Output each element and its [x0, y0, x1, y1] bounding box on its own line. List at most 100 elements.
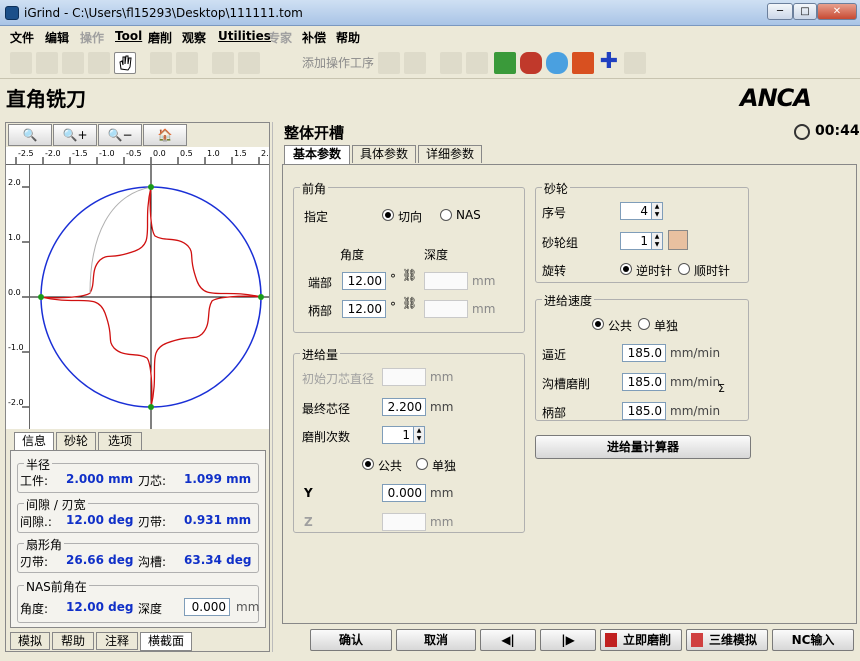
ccw-radio[interactable]	[620, 263, 632, 275]
deg-unit: °	[390, 300, 396, 314]
approach-input[interactable]: 185.0	[622, 344, 666, 362]
end-depth-input[interactable]	[424, 272, 468, 290]
tab-cross-section[interactable]: 横截面	[140, 632, 192, 651]
tab-simulate[interactable]: 模拟	[10, 632, 50, 650]
sigma-icon[interactable]: Σ	[718, 382, 725, 395]
feed-calculator-button[interactable]: 进给量计算器	[535, 435, 751, 459]
tab-detail-params[interactable]: 详细参数	[418, 145, 482, 163]
tab-wheel[interactable]: 砂轮	[56, 432, 96, 450]
tab-info[interactable]: 信息	[14, 432, 54, 451]
link-icon[interactable]: ⛓	[402, 296, 417, 310]
shank-angle-input[interactable]: 12.00	[342, 300, 386, 318]
cw-radio[interactable]	[678, 263, 690, 275]
core-label: 刀芯:	[138, 474, 167, 488]
wheel-title: 砂轮	[542, 180, 571, 197]
feedrate-common-radio[interactable]	[592, 318, 604, 330]
arrow-icon[interactable]	[466, 52, 488, 74]
print-icon[interactable]	[88, 52, 110, 74]
fan-flute-label: 沟槽:	[138, 555, 167, 569]
fire-icon[interactable]	[520, 52, 542, 74]
feed-common-radio[interactable]	[362, 458, 374, 470]
feed-single-radio[interactable]	[416, 458, 428, 470]
shank-depth-input[interactable]	[424, 300, 468, 318]
flute-profile-3	[150, 295, 262, 408]
menu-compensation[interactable]: 补偿	[302, 29, 326, 46]
wheel-seq-input[interactable]: 4	[620, 202, 652, 220]
table-icon[interactable]	[494, 52, 516, 74]
new-file-icon[interactable]	[10, 52, 32, 74]
deg-unit: °	[390, 272, 396, 286]
land-label: 刃带:	[138, 515, 167, 529]
open-file-icon[interactable]	[36, 52, 58, 74]
cancel-button[interactable]: 取消	[396, 629, 476, 651]
plus-icon[interactable]: ✚	[598, 51, 620, 74]
tab-basic-params[interactable]: 基本参数	[284, 145, 350, 164]
redo-icon[interactable]	[176, 52, 198, 74]
menu-tool[interactable]: Tool	[115, 29, 142, 43]
hand-tool-icon[interactable]	[114, 52, 136, 74]
menu-file[interactable]: 文件	[10, 29, 34, 46]
stopwatch-icon	[794, 124, 810, 140]
passes-input[interactable]: 1	[382, 426, 414, 444]
end-angle-input[interactable]: 12.00	[342, 272, 386, 290]
nas-depth-input[interactable]: 0.000	[184, 598, 230, 616]
menu-edit[interactable]: 编辑	[45, 29, 69, 46]
z-input[interactable]	[382, 513, 426, 531]
wheel-icon[interactable]	[572, 52, 594, 74]
prev-button[interactable]: ◀|	[480, 629, 536, 651]
ruler-tick-label: -2.5	[18, 149, 34, 158]
zoom-fit-button[interactable]: 🔍	[8, 124, 52, 146]
nas-radio[interactable]	[440, 209, 452, 221]
minimize-button[interactable]: ─	[767, 3, 793, 20]
home-view-button[interactable]: 🏠	[143, 124, 187, 146]
menu-operation[interactable]: 操作	[80, 29, 104, 46]
passes-spinner[interactable]: ▲ ▼	[413, 426, 425, 444]
delete-icon[interactable]	[404, 52, 426, 74]
export-icon[interactable]	[440, 52, 462, 74]
link-icon[interactable]: ⛓	[402, 268, 417, 282]
menu-view[interactable]: 观察	[182, 29, 206, 46]
splitter[interactable]	[272, 122, 280, 652]
ok-button[interactable]: 确认	[310, 629, 392, 651]
ruler-tick-label: 1.0	[207, 149, 220, 158]
coolant-icon[interactable]	[546, 52, 568, 74]
shank-feed-input[interactable]: 185.0	[622, 402, 666, 420]
zoom-in-button[interactable]: 🔍+	[53, 124, 97, 146]
menu-grind[interactable]: 磨削	[148, 29, 172, 46]
initial-core-label: 初始刀芯直径	[302, 372, 375, 386]
wheel-seq-spinner[interactable]: ▲ ▼	[651, 202, 663, 220]
z-label: Z	[304, 515, 313, 529]
wheel-picker-icon[interactable]	[668, 230, 688, 250]
menu-help[interactable]: 帮助	[336, 29, 360, 46]
add-operation-button[interactable]: 添加操作工序	[280, 53, 375, 73]
tab-specific-params[interactable]: 具体参数	[352, 145, 416, 163]
tab-notes[interactable]: 注释	[96, 632, 138, 650]
wheel-group-input[interactable]: 1	[620, 232, 652, 250]
report-icon[interactable]	[624, 52, 646, 74]
tangent-radio[interactable]	[382, 209, 394, 221]
nc-input-button[interactable]: NC输入	[772, 629, 854, 651]
simulate-3d-button[interactable]: 三维模拟	[686, 629, 768, 651]
final-core-input[interactable]: 2.200	[382, 398, 426, 416]
menu-expert[interactable]: 专家	[268, 29, 292, 46]
maximize-button[interactable]: □	[793, 3, 817, 20]
wheel-group-spinner[interactable]: ▲ ▼	[651, 232, 663, 250]
tab-options[interactable]: 选项	[98, 432, 142, 450]
shank-feed-unit: mm/min	[670, 404, 721, 418]
close-button[interactable]: ✕	[817, 3, 857, 20]
save-icon[interactable]	[62, 52, 84, 74]
flute-grind-input[interactable]: 185.0	[622, 373, 666, 391]
tab-help[interactable]: 帮助	[52, 632, 94, 650]
y-input[interactable]: 0.000	[382, 484, 426, 502]
zoom-out-button[interactable]: 🔍−	[98, 124, 142, 146]
next-button[interactable]: |▶	[540, 629, 596, 651]
feedrate-single-radio[interactable]	[638, 318, 650, 330]
wheel-edit-icon[interactable]	[238, 52, 260, 74]
cross-section-plot[interactable]	[30, 165, 269, 429]
table-edit-icon[interactable]	[378, 52, 400, 74]
initial-core-input[interactable]	[382, 368, 426, 386]
undo-icon[interactable]	[150, 52, 172, 74]
operation-icon[interactable]	[212, 52, 234, 74]
menu-utilities[interactable]: Utilities	[218, 29, 271, 43]
grind-now-button[interactable]: 立即磨削	[600, 629, 682, 651]
